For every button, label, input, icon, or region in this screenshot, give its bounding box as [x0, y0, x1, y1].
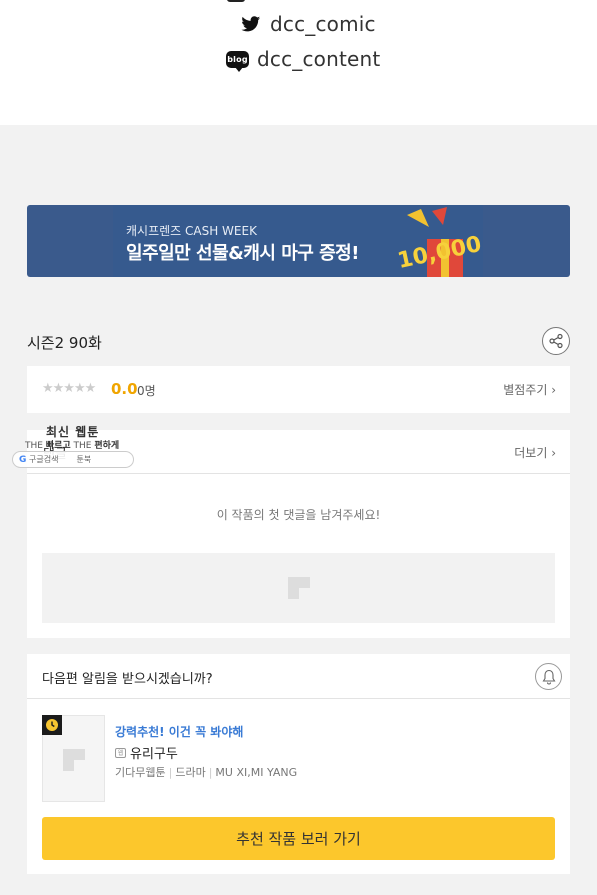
ad-search-label: 구글검색	[29, 455, 59, 464]
ad-book-label: 툰북	[76, 455, 92, 464]
twitter-icon	[240, 13, 262, 35]
clock-icon	[42, 715, 62, 735]
share-icon	[549, 333, 563, 349]
notification-question: 다음편 알림을 받으시겠습니까?	[42, 672, 213, 687]
share-button[interactable]	[542, 327, 570, 355]
google-icon: G	[19, 455, 27, 465]
work-genre: 드라마	[175, 766, 206, 779]
empty-comment-message: 이 작품의 첫 댓글을 남겨주세요!	[216, 508, 381, 522]
twitter-handle[interactable]: dcc_comic	[270, 12, 376, 36]
instagram-icon	[227, 0, 245, 2]
rating-score: 0.0	[111, 380, 138, 398]
recommendation-work[interactable]: 웹 유리구두	[115, 743, 178, 762]
episode-header: 시즌2 90화	[27, 324, 570, 358]
banner-subtitle: 캐시프렌즈 CASH WEEK	[126, 224, 257, 238]
episode-title: 시즌2 90화	[27, 334, 102, 352]
twitter-link[interactable]: dcc_comic	[240, 12, 376, 36]
rating-card: ★★★★★ 0.0 0명 별점주기 ›	[27, 366, 570, 413]
work-platform: 기다무웹툰	[115, 766, 166, 779]
recommendation-cta-button[interactable]: 추천 작품 보러 가기	[42, 817, 555, 860]
notification-card: 다음편 알림을 받으시겠습니까? 강력추천! 이건 꼭 봐야해 웹 유리구두 기…	[27, 654, 570, 874]
notification-toggle-button[interactable]	[535, 663, 562, 690]
blog-link[interactable]: blog dcc_content	[226, 47, 380, 72]
webtoon-icon: 웹	[115, 747, 126, 758]
work-meta: 기다무웹툰 | 드라마 | MU XI,MI YANG	[115, 766, 298, 779]
ad-search-pill[interactable]: G 구글검색 툰북	[12, 451, 134, 468]
rating-count: 0명	[137, 384, 156, 398]
footer-links-section: dcc_comic blog dcc_content	[0, 0, 597, 125]
recommendation-headline[interactable]: 강력추천! 이건 꼭 봐야해	[115, 723, 243, 740]
rate-button[interactable]: 별점주기 ›	[503, 381, 556, 398]
banner-headline: 일주일만 선물&캐시 마구 증정!	[126, 243, 359, 264]
work-title[interactable]: 유리구두	[130, 743, 178, 762]
gift-box-icon: 10,000	[395, 207, 484, 277]
ad-placeholder	[42, 553, 555, 623]
bell-icon	[542, 669, 555, 684]
floating-ad-badge[interactable]: 최신 웹툰 THE 빠르고 THE 편하게 G 구글검색 툰북	[12, 421, 134, 468]
work-authors: MU XI,MI YANG	[215, 766, 298, 779]
blog-icon: blog	[226, 50, 249, 72]
notification-header: 다음편 알림을 받으시겠습니까?	[27, 654, 570, 699]
image-placeholder-icon	[63, 749, 85, 771]
image-placeholder-icon	[287, 577, 310, 599]
comments-more-link[interactable]: 더보기 ›	[514, 444, 556, 461]
promo-banner[interactable]: 캐시프렌즈 CASH WEEK 일주일만 선물&캐시 마구 증정! 10,000	[27, 205, 570, 277]
star-rating-icons: ★★★★★	[42, 381, 96, 396]
blog-handle[interactable]: dcc_content	[257, 47, 380, 71]
ad-tagline: THE 빠르고 THE 편하게	[25, 441, 120, 451]
